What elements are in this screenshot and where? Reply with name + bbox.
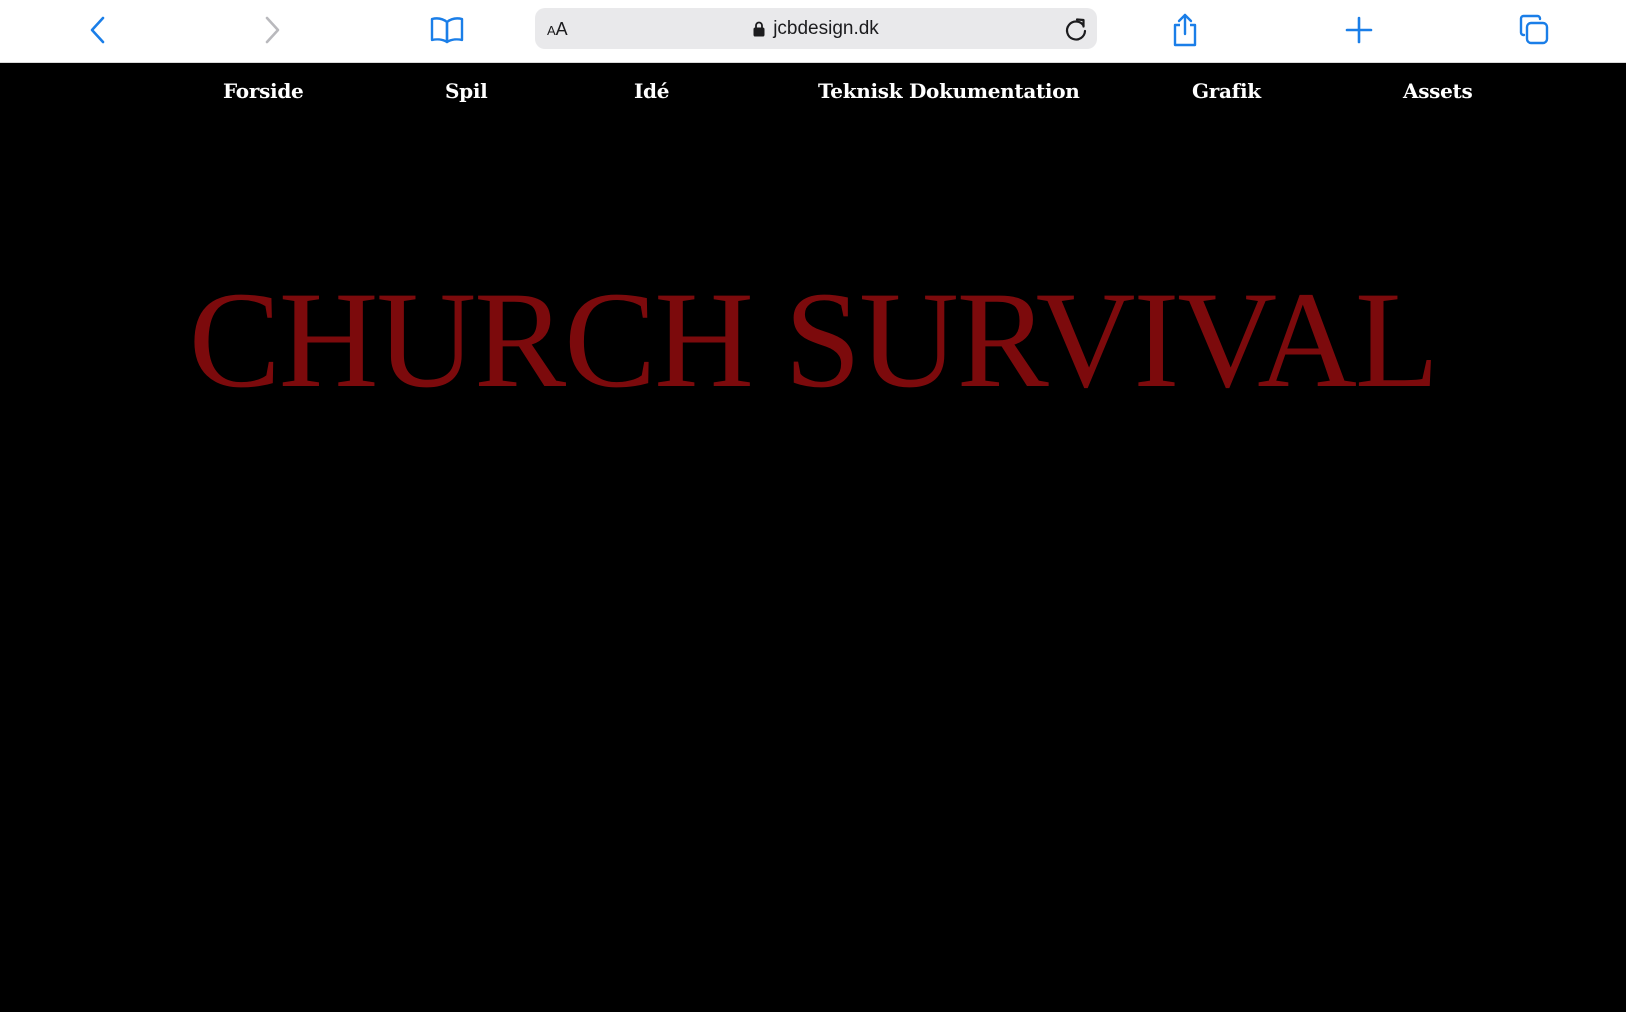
plus-icon bbox=[1345, 16, 1373, 44]
nav-link-ide[interactable]: Idé bbox=[634, 79, 669, 103]
nav-link-forside[interactable]: Forside bbox=[223, 79, 304, 103]
address-bar[interactable]: A A jcbdesign.dk bbox=[535, 8, 1097, 49]
url-text: jcbdesign.dk bbox=[773, 17, 879, 39]
open-book-icon bbox=[430, 17, 464, 44]
back-button[interactable] bbox=[78, 10, 118, 50]
nav-link-spil[interactable]: Spil bbox=[445, 79, 488, 103]
reload-icon[interactable] bbox=[1063, 16, 1089, 42]
nav-link-grafik[interactable]: Grafik bbox=[1192, 79, 1261, 103]
tabs-overview-icon bbox=[1519, 14, 1549, 45]
share-button[interactable] bbox=[1165, 10, 1205, 50]
tabs-overview-button[interactable] bbox=[1514, 10, 1554, 50]
lock-icon bbox=[753, 21, 765, 36]
text-size-button[interactable]: A A bbox=[547, 18, 568, 40]
text-size-small-a: A bbox=[547, 23, 556, 38]
share-icon bbox=[1173, 13, 1197, 47]
chevron-left-icon bbox=[90, 16, 105, 44]
text-size-big-a: A bbox=[555, 19, 568, 39]
site-navigation: Forside Spil Idé Teknisk Dokumentation G… bbox=[0, 63, 1626, 129]
browser-toolbar: A A jcbdesign.dk bbox=[0, 0, 1626, 63]
nav-link-teknisk-dokumentation[interactable]: Teknisk Dokumentation bbox=[818, 79, 1080, 103]
chevron-right-icon bbox=[265, 16, 280, 44]
bookmarks-button[interactable] bbox=[427, 10, 467, 50]
forward-button[interactable] bbox=[252, 10, 292, 50]
url-display: jcbdesign.dk bbox=[535, 8, 1097, 49]
hero-title: CHURCH SURVIVAL bbox=[188, 263, 1439, 416]
new-tab-button[interactable] bbox=[1339, 10, 1379, 50]
nav-link-assets[interactable]: Assets bbox=[1403, 79, 1473, 103]
